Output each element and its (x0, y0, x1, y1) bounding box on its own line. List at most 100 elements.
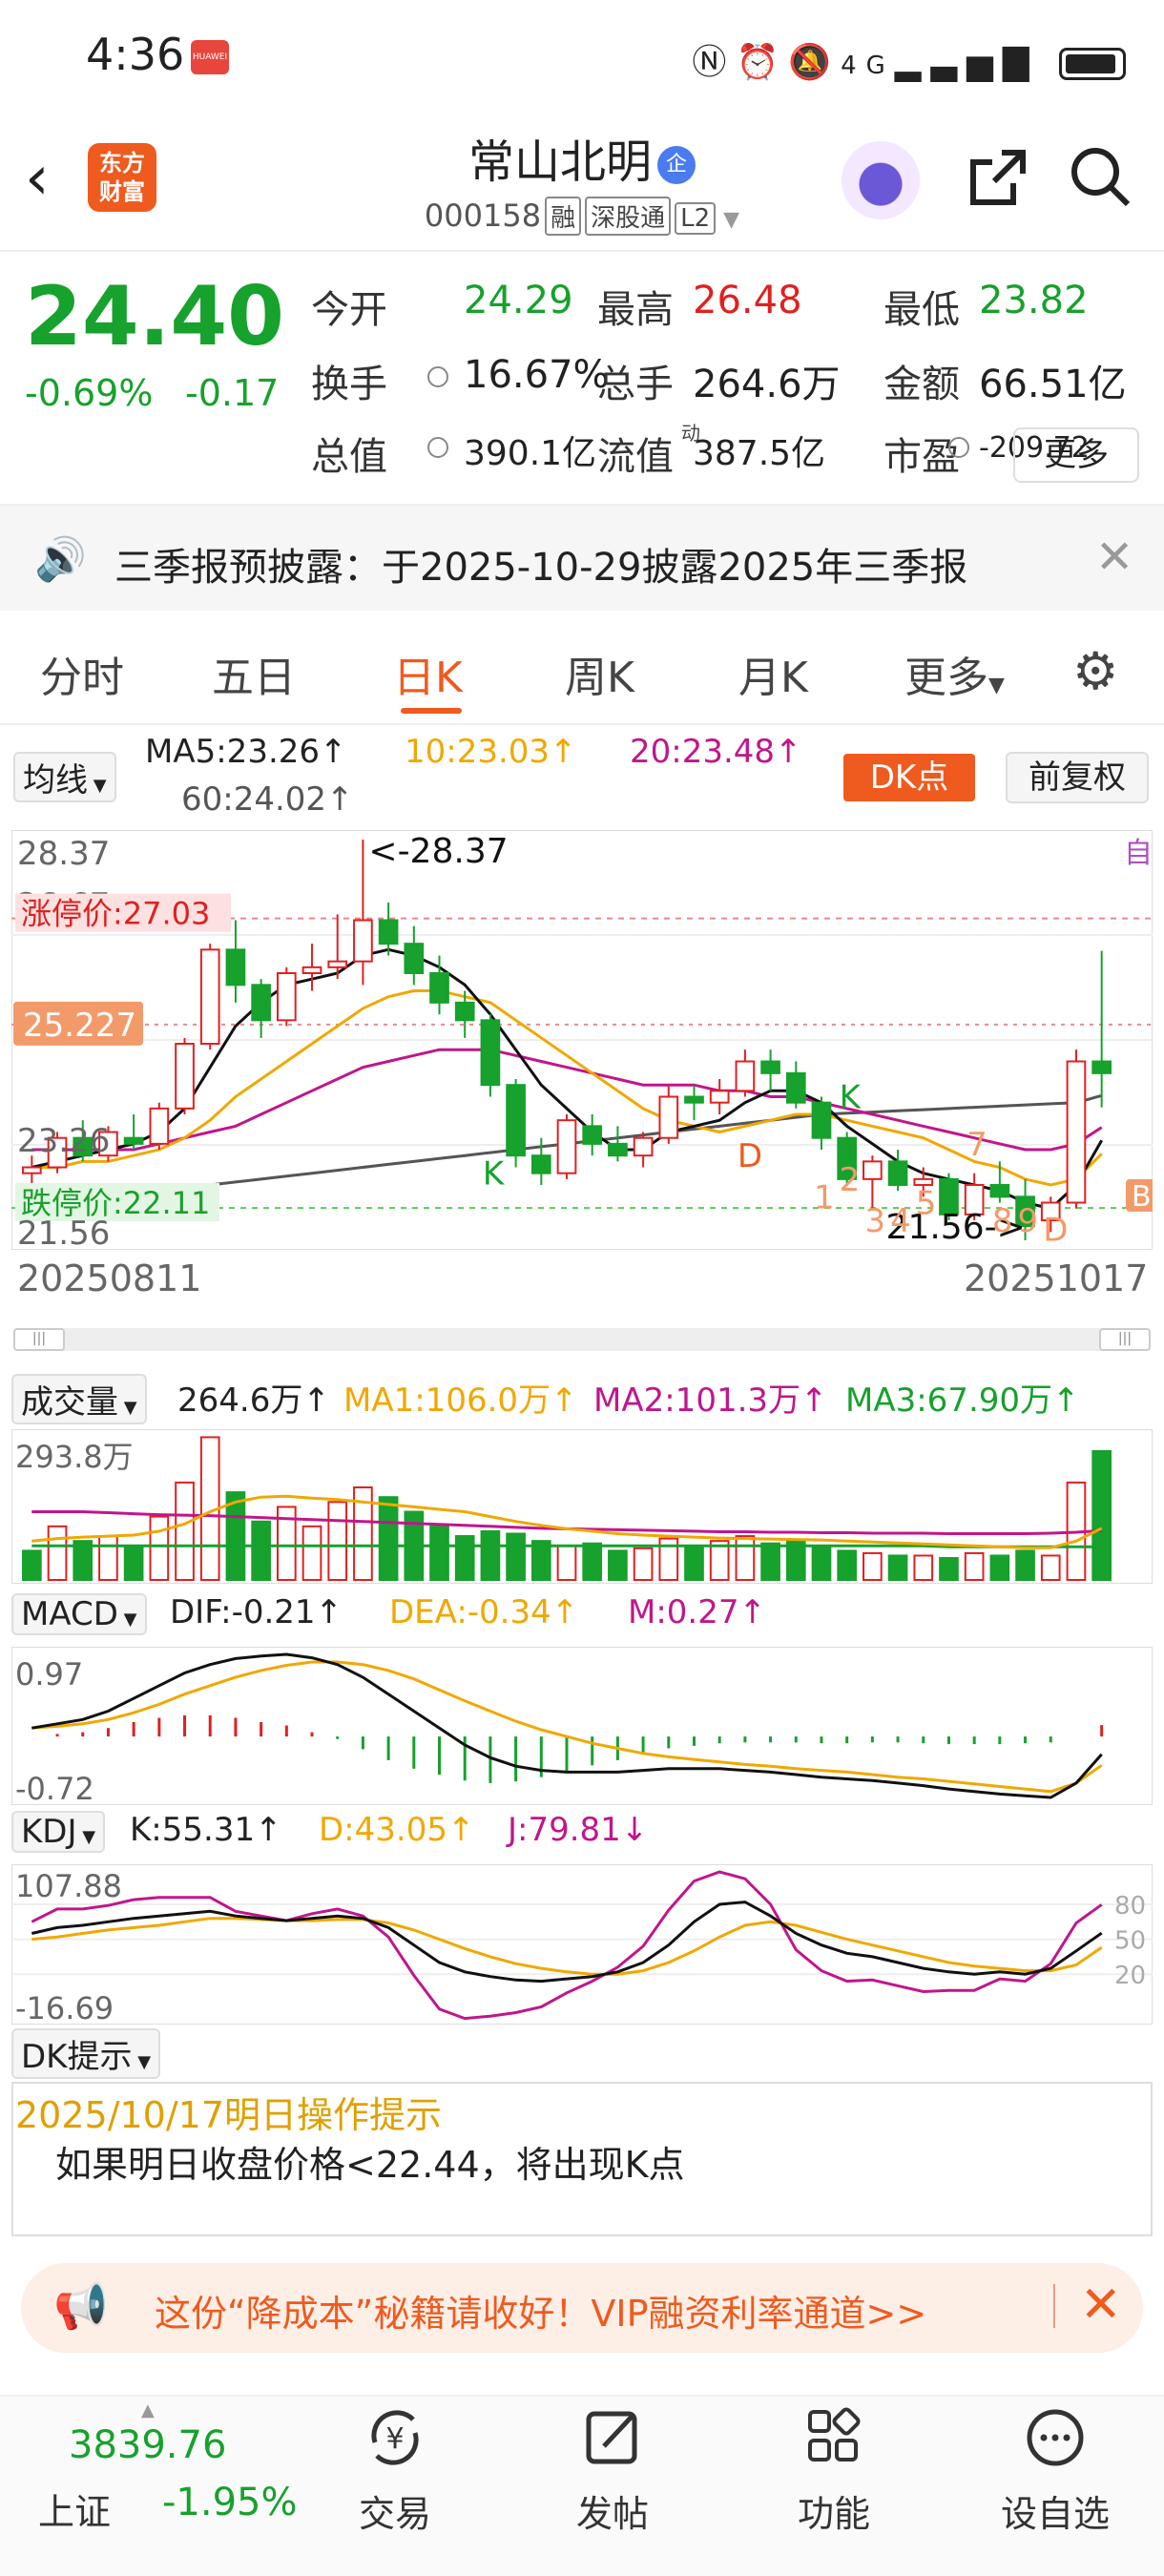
volume-bar (175, 1481, 195, 1582)
tab-five-day[interactable]: 五日 (212, 643, 296, 704)
tab-monthly-k[interactable]: 月K (738, 643, 808, 704)
macd-selector[interactable]: MACD ▼ (11, 1593, 147, 1635)
alarm-icon: ⏰ (736, 43, 789, 82)
volume-selector-label: 成交量 (21, 1383, 118, 1422)
nav-trade[interactable]: 交易 (328, 2484, 462, 2537)
dk-marker: D (738, 1137, 762, 1175)
grid-icon[interactable] (767, 2404, 901, 2484)
candle-body (684, 1095, 704, 1104)
quote-label: 换手 (311, 363, 387, 406)
candle-body (454, 1001, 475, 1022)
candle-body (199, 948, 220, 1046)
tab-weekly-k[interactable]: 周K (565, 643, 634, 704)
kdj-selector[interactable]: KDJ ▼ (11, 1811, 106, 1853)
index-name[interactable]: 上证 (38, 2483, 111, 2535)
dk-marker: 5 (916, 1185, 937, 1223)
self-mark: 自 (1124, 837, 1153, 870)
macd-chart[interactable]: 0.97 -0.72 (11, 1647, 1153, 1805)
promo-text: 这份“降成本”秘籍请收好！VIP融资利率通道>> (155, 2293, 927, 2335)
volume-bar (454, 1535, 475, 1582)
nav-features[interactable]: 功能 (767, 2484, 901, 2537)
quote-value: 23.82 (979, 279, 1089, 322)
dk-marker: K (483, 1155, 506, 1194)
signal-icon: 4G (841, 52, 895, 80)
index-percent[interactable]: -1.95% (162, 2481, 298, 2524)
promo-close-icon[interactable]: ✕ (1080, 2276, 1122, 2334)
volume-bar (301, 1525, 322, 1581)
candle-body (123, 1136, 144, 1145)
volume-bar (1040, 1554, 1061, 1581)
notice-text: 三季报预披露：于2025-10-29披露2025年三季报 (114, 546, 968, 590)
share-icon[interactable] (964, 145, 1030, 227)
ma-selector[interactable]: 均线 ▼ (13, 752, 116, 802)
dk-point-button[interactable]: DK点 (843, 754, 975, 801)
edit-icon[interactable] (546, 2404, 679, 2484)
caret-down-icon: ▼ (117, 1610, 137, 1630)
candle-body (582, 1125, 603, 1145)
buy-mark: B (1132, 1180, 1152, 1214)
candle-body (811, 1101, 832, 1139)
index-value[interactable]: 3839.76 (69, 2423, 226, 2467)
volume-bar (480, 1529, 501, 1581)
candle-body (22, 1166, 42, 1174)
legend-j: J:79.81↓ (508, 1811, 649, 1849)
dk-tips-selector[interactable]: DK提示 ▼ (11, 2028, 161, 2079)
dk-marker: 1 (814, 1178, 835, 1216)
quote-label: 总手 (597, 363, 674, 406)
volume-selector[interactable]: 成交量 ▼ (11, 1374, 147, 1424)
candle-body (480, 1019, 501, 1087)
info-icon[interactable] (427, 366, 448, 387)
scroll-handle-left[interactable]: ||| (13, 1328, 65, 1351)
candle-body (658, 1095, 679, 1139)
kdj-max-label: 107.88 (15, 1868, 122, 1904)
tab-intraday[interactable]: 分时 (40, 643, 124, 704)
info-icon[interactable] (427, 437, 448, 458)
tab-more[interactable]: 更多▼ (904, 643, 1005, 704)
tag-margin: 融 (545, 197, 582, 236)
quote-label: 流值 (597, 435, 674, 479)
quote-value: 24.29 (464, 279, 573, 322)
price-adjust-button[interactable]: 前复权 (1006, 752, 1149, 803)
promo-banner[interactable]: 📢 这份“降成本”秘籍请收好！VIP融资利率通道>> ✕ (21, 2263, 1143, 2353)
nav-post[interactable]: 发帖 (546, 2484, 679, 2537)
gear-icon[interactable]: ⚙ (1072, 641, 1118, 701)
nav-add-watchlist[interactable]: 设自选 (988, 2484, 1122, 2537)
volume-bar (633, 1547, 654, 1581)
tabs-divider (0, 723, 1164, 725)
dk-tips-text: 如果明日收盘价格<22.44，将出现K点 (55, 2144, 685, 2186)
tab-more-label: 更多 (904, 654, 988, 702)
search-icon[interactable] (1067, 143, 1133, 210)
ai-assistant-avatar[interactable] (842, 141, 920, 219)
close-icon[interactable]: ✕ (1095, 530, 1133, 584)
chart-scrollbar[interactable]: ||| ||| (13, 1328, 1151, 1351)
quote-label: 总值 (311, 435, 387, 479)
legend-macd-m: M:0.27↑ (628, 1593, 766, 1631)
legend-ma5: MA5:23.26↑ (145, 733, 347, 771)
kdj-20-label: 20 (1114, 1962, 1146, 1990)
volume-chart[interactable]: 293.8万 (11, 1429, 1153, 1584)
chevron-down-icon: ▼ (723, 208, 740, 232)
more-dots-icon[interactable] (988, 2404, 1122, 2484)
kdj-80-label: 80 (1114, 1892, 1146, 1921)
legend-vol-ma2: MA2:101.3万↑ (593, 1381, 828, 1420)
yuan-exchange-icon[interactable]: ¥ (328, 2404, 462, 2484)
dk-marker: D (1043, 1211, 1068, 1249)
more-quote-button[interactable]: 更多 (1013, 427, 1139, 483)
caret-up-icon: ▲ (141, 2400, 155, 2420)
tab-daily-k[interactable]: 日K (393, 643, 463, 704)
info-icon[interactable] (948, 437, 969, 458)
notice-bar[interactable]: 🔊 三季报预披露：于2025-10-29披露2025年三季报 ✕ (0, 506, 1164, 611)
candle-body (887, 1160, 908, 1187)
scroll-handle-right[interactable]: ||| (1099, 1328, 1151, 1351)
speaker-icon: 🔊 (34, 535, 87, 584)
kdj-chart[interactable]: 107.88 -16.69 80 50 20 (11, 1864, 1153, 2025)
kline-start-date: 20250811 (17, 1257, 202, 1299)
legend-vol-ma3: MA3:67.90万↑ (845, 1381, 1080, 1420)
volume-bar (887, 1554, 908, 1581)
kline-chart[interactable]: 28.3726.67涨停价:27.0325.22723.26跌停价:22.112… (11, 830, 1153, 1250)
dk-marker: 4 (890, 1202, 911, 1240)
quote-value: 26.48 (693, 279, 802, 322)
candle-body (863, 1160, 883, 1180)
candle-body (556, 1119, 577, 1174)
y-min-label: 21.56 (17, 1215, 110, 1250)
